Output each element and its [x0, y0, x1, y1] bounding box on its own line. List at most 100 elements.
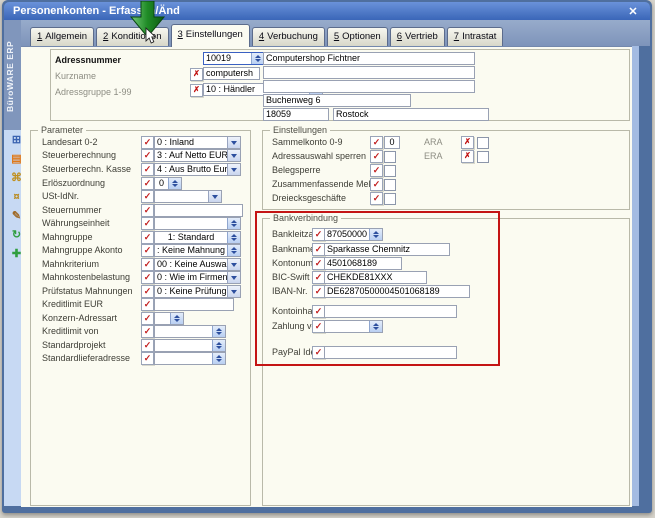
steuerberechnung-label: Steuerberechnung [42, 150, 116, 161]
tab-label: Verbuchung [267, 31, 318, 42]
waehrungseinheit-label: Währungseinheit [42, 218, 110, 229]
steuerberechn-kasse-dropdown[interactable]: 4 : Aus Brutto Euro [154, 163, 241, 176]
tab-einstellungen[interactable]: 3Einstellungen [171, 24, 250, 47]
spinner-button[interactable] [227, 245, 240, 256]
clear-x-icon[interactable] [190, 68, 203, 81]
ara-checkbox[interactable] [477, 137, 489, 149]
edit-flag-icon[interactable] [141, 136, 154, 149]
dropdown-value: 0 : Keine Prüfung [155, 286, 227, 297]
mahnkostenbelastung-dropdown[interactable]: 0 : Wie im Firmenstamm eing [154, 271, 241, 284]
field-value: Computershop Fichtner [264, 53, 474, 64]
zip-field[interactable]: 18059 [263, 108, 329, 121]
steuernummer-field[interactable] [154, 204, 243, 217]
dropdown-arrow-icon[interactable] [227, 150, 240, 161]
edit-flag-icon[interactable] [370, 150, 383, 163]
edit-flag-icon[interactable] [141, 285, 154, 298]
tab-allgemein[interactable]: 1Allgemein [30, 27, 94, 46]
spinner-button[interactable] [227, 232, 240, 243]
tab-label: Optionen [342, 31, 381, 42]
adressauswahl-sperren-checkbox[interactable] [384, 151, 396, 163]
dropdown-arrow-icon[interactable] [227, 286, 240, 297]
dropdown-value: 0 : Inland [155, 137, 227, 148]
spinner-button[interactable] [168, 178, 181, 189]
field-value [155, 340, 212, 351]
edit-flag-icon[interactable] [370, 192, 383, 205]
tab-verbuchung[interactable]: 4Verbuchung [252, 27, 325, 46]
sammelkonto-field[interactable]: 0 [384, 136, 400, 149]
dropdown-arrow-icon[interactable] [227, 272, 240, 283]
edit-flag-icon[interactable] [141, 163, 154, 176]
adressauswahl-sperren-label: Adressauswahl sperren [272, 151, 366, 162]
tab-vertrieb[interactable]: 6Vertrieb [390, 27, 445, 46]
clear-x-icon[interactable] [190, 84, 203, 97]
erloeszuordnung-field[interactable]: 0 [154, 177, 182, 190]
edit-flag-icon[interactable] [141, 217, 154, 230]
tab-optionen[interactable]: 5Optionen [327, 27, 388, 46]
city-field[interactable]: Rostock [333, 108, 489, 121]
edit-flag-icon[interactable] [141, 325, 154, 338]
dropdown-arrow-icon[interactable] [227, 137, 240, 148]
brand-strip: BüroWARE ERP [4, 20, 21, 130]
konzern-adressart-field[interactable] [154, 312, 184, 325]
mahngruppe-akonto-label: Mahngruppe Akonto [42, 245, 123, 256]
zusammenfassende-meldung-checkbox[interactable] [384, 179, 396, 191]
edit-flag-icon[interactable] [141, 271, 154, 284]
dropdown-arrow-icon[interactable] [227, 164, 240, 175]
edit-flag-icon[interactable] [370, 178, 383, 191]
edit-flag-icon[interactable] [141, 339, 154, 352]
street-field[interactable]: Buchenweg 6 [263, 94, 411, 107]
mahnkriterium-dropdown[interactable]: 00 : Keine Auswahl [154, 258, 241, 271]
spinner-button[interactable] [170, 313, 183, 324]
edit-flag-icon[interactable] [141, 352, 154, 365]
pruefstatus-mahnungen-dropdown[interactable]: 0 : Keine Prüfung [154, 285, 241, 298]
steuerberechnung-dropdown[interactable]: 3 : Auf Netto EUR [154, 149, 241, 162]
landesart-dropdown[interactable]: 0 : Inland [154, 136, 241, 149]
spinner-button[interactable] [212, 340, 225, 351]
mahngruppe-akonto-field[interactable]: : Keine Mahnung [154, 244, 241, 257]
close-icon[interactable]: ✕ [626, 5, 640, 19]
ust-idnr-dropdown[interactable] [154, 190, 222, 203]
era-checkbox[interactable] [477, 151, 489, 163]
edit-flag-icon[interactable] [141, 312, 154, 325]
clear-x-icon[interactable] [461, 136, 474, 149]
standardprojekt-field[interactable] [154, 339, 226, 352]
kurzname-field[interactable]: computersh [203, 67, 260, 80]
waehrungseinheit-field[interactable] [154, 217, 241, 230]
edit-flag-icon[interactable] [141, 177, 154, 190]
spinner-button[interactable] [212, 353, 225, 364]
edit-flag-icon[interactable] [141, 258, 154, 271]
konzern-adressart-label: Konzern-Adressart [42, 313, 117, 324]
edit-flag-icon[interactable] [370, 164, 383, 177]
field-value: 0 [155, 178, 168, 189]
belegsperre-checkbox[interactable] [384, 165, 396, 177]
adressnummer-field[interactable]: 10019 [203, 52, 265, 65]
spinner-button[interactable] [227, 218, 240, 229]
edit-flag-icon[interactable] [141, 231, 154, 244]
dreiecksgeschaefte-checkbox[interactable] [384, 193, 396, 205]
steuerberechn-kasse-label: Steuerberechn. Kasse [42, 164, 131, 175]
tab-number: 7 [454, 31, 459, 42]
mahngruppe-field[interactable]: 1: Standard [154, 231, 241, 244]
edit-flag-icon[interactable] [370, 136, 383, 149]
edit-flag-icon[interactable] [141, 190, 154, 203]
dropdown-arrow-icon[interactable] [208, 191, 221, 202]
field-value [155, 205, 242, 216]
edit-flag-icon[interactable] [141, 204, 154, 217]
edit-flag-icon[interactable] [141, 149, 154, 162]
name3-field[interactable] [263, 80, 475, 93]
field-value: computersh [204, 68, 259, 79]
clear-x-icon[interactable] [461, 150, 474, 163]
kreditlimit-eur-field[interactable] [154, 298, 234, 311]
edit-flag-icon[interactable] [141, 298, 154, 311]
tab-intrastat[interactable]: 7Intrastat [447, 27, 504, 46]
spinner-button[interactable] [212, 326, 225, 337]
era-label: ERA [424, 151, 443, 162]
dropdown-arrow-icon[interactable] [227, 259, 240, 270]
title-bar[interactable]: Personenkonten - Erfassen/Änd ✕ [4, 2, 650, 20]
name1-field[interactable]: Computershop Fichtner [263, 52, 475, 65]
standardlieferadresse-field[interactable] [154, 352, 226, 365]
edit-flag-icon[interactable] [141, 244, 154, 257]
tab-label: Allgemein [45, 31, 87, 42]
kreditlimit-von-field[interactable] [154, 325, 226, 338]
name2-field[interactable] [263, 66, 475, 79]
